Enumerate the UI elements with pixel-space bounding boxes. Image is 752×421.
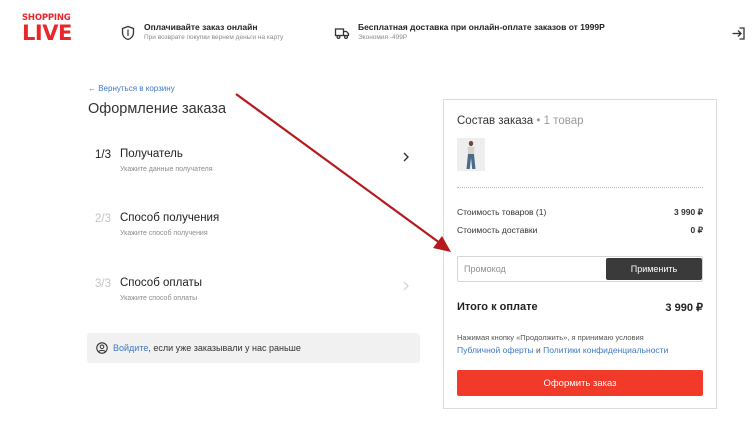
public-offer-link[interactable]: Публичной оферты [457,345,534,355]
row-label: Стоимость товаров (1) [457,207,547,217]
step-number: 3/3 [95,278,111,290]
total-row: Итого к оплате 3 990 ₽ [457,301,703,314]
login-banner: Войдите, если уже заказывали у нас раньш… [87,333,420,363]
order-summary-panel: Состав заказа • 1 товар Стоимость товаро… [443,99,717,409]
step-number: 1/3 [95,149,111,161]
chevron-right-icon [403,152,409,162]
back-to-cart-link[interactable]: ← Вернуться в корзину [88,84,175,93]
shield-icon [121,25,135,41]
terms-and: и [533,345,544,355]
terms-intro: Нажимая кнопку «Продолжить», я принимаю … [457,333,644,342]
promo-free-delivery: Бесплатная доставка при онлайн-оплате за… [334,22,605,43]
login-link[interactable]: Войдите [113,343,148,353]
login-icon[interactable] [731,26,746,41]
terms-text: Нажимая кнопку «Продолжить», я принимаю … [457,332,707,357]
order-summary-title: Состав заказа • 1 товар [457,115,584,127]
login-banner-text: , если уже заказывали у нас раньше [148,343,301,353]
promo-online-payment: Оплачивайте заказ онлайн При возврате по… [120,22,283,43]
row-label: Стоимость доставки [457,225,538,235]
row-value: 3 990 ₽ [673,207,703,217]
total-value: 3 990 ₽ [665,302,703,314]
delivery-cost-row: Стоимость доставки 0 ₽ [457,225,703,236]
user-icon [96,342,108,354]
step-name: Способ получения [120,212,220,224]
apply-promo-button[interactable]: Применить [606,258,702,280]
step-delivery-method: 2/3 Способ получения Укажите способ полу… [88,212,418,252]
separator-dot: • [533,115,544,127]
row-value: 0 ₽ [690,225,704,235]
divider [457,187,703,188]
logo-line-2: LIVE [22,21,72,45]
truck-icon [334,28,350,40]
promo-title: Бесплатная доставка при онлайн-оплате за… [358,22,605,32]
product-thumbnail[interactable] [457,138,485,171]
step-hint: Укажите способ получения [120,230,208,237]
step-hint: Укажите способ оплаты [120,295,198,302]
promo-subtitle: При возврате покупки вернем деньги на ка… [144,34,284,41]
shopping-live-logo[interactable]: SHOPPING LIVE [22,14,76,45]
goods-cost-row: Стоимость товаров (1) 3 990 ₽ [457,207,703,218]
promo-title: Оплачивайте заказ онлайн [144,22,258,32]
step-hint: Укажите данные получателя [120,166,213,173]
step-name: Способ оплаты [120,277,202,289]
step-payment-method: 3/3 Способ оплаты Укажите способ оплаты [88,277,418,317]
privacy-policy-link[interactable]: Политики конфиденциальности [543,345,668,355]
chevron-right-icon [403,281,409,291]
page-title: Оформление заказа [88,101,227,117]
step-recipient[interactable]: 1/3 Получатель Укажите данные получателя [88,148,418,188]
promo-subtitle: Экономия -499Р [358,34,408,41]
item-count: 1 товар [543,115,584,127]
promo-code-input[interactable] [458,257,602,281]
total-label: Итого к оплате [457,301,538,313]
promo-code-group: Применить [457,256,703,282]
step-number: 2/3 [95,213,111,225]
checkout-button[interactable]: Оформить заказ [457,370,703,396]
order-summary-label: Состав заказа [457,115,534,127]
step-name: Получатель [120,148,183,160]
